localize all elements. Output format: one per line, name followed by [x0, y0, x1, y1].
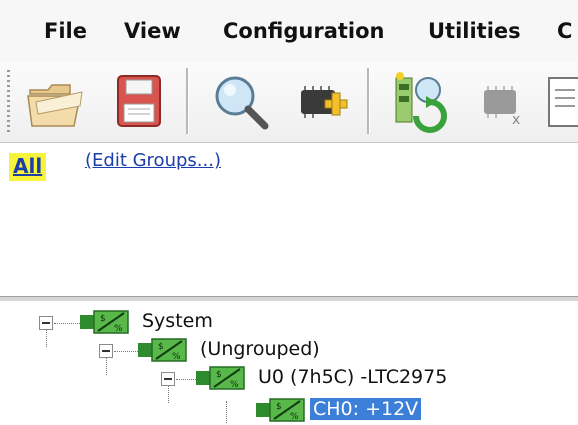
svg-text:$: $ — [100, 314, 106, 324]
toolbar-separator — [367, 68, 370, 134]
open-folder-icon[interactable] — [22, 66, 92, 136]
toolbar-separator — [186, 68, 189, 134]
power-supply-icon: $ % — [80, 310, 129, 334]
collapse-icon[interactable] — [161, 372, 175, 386]
all-group-link[interactable]: All — [9, 153, 47, 181]
menu-utilities[interactable]: Utilities — [428, 19, 521, 43]
menu-truncated[interactable]: C — [557, 19, 572, 43]
toolbar-grip[interactable] — [7, 70, 10, 132]
menu-file[interactable]: File — [44, 19, 87, 43]
toolbar: x — [0, 62, 578, 143]
tree-node-channel[interactable]: $ % CH0: +12V — [0, 397, 578, 425]
refresh-scan-icon[interactable] — [386, 66, 456, 136]
tree-node-label: (Ungrouped) — [200, 338, 320, 360]
collapse-icon[interactable] — [39, 316, 53, 330]
power-supply-icon: $ % — [256, 398, 305, 422]
svg-text:%: % — [114, 324, 123, 334]
tree-node-ungrouped[interactable]: $ % (Ungrouped) — [0, 337, 578, 365]
svg-text:$: $ — [276, 402, 282, 412]
svg-text:$: $ — [158, 342, 164, 352]
save-floppy-icon[interactable] — [104, 66, 174, 136]
device-tree: $ % System $ % (Ungrouped) $ % U0 (7h5C)… — [0, 301, 578, 423]
add-device-icon[interactable] — [287, 66, 357, 136]
svg-text:x: x — [512, 112, 520, 128]
edit-groups-link[interactable]: (Edit Groups...) — [85, 150, 221, 171]
power-supply-icon: $ % — [138, 338, 187, 362]
tree-node-label-selected: CH0: +12V — [310, 398, 422, 420]
tree-node-system[interactable]: $ % System — [0, 309, 578, 337]
tree-node-label: U0 (7h5C) -LTC2975 — [258, 366, 448, 388]
search-magnifier-icon[interactable] — [205, 66, 275, 136]
svg-text:$: $ — [216, 370, 222, 380]
svg-text:%: % — [230, 380, 239, 390]
svg-text:%: % — [172, 352, 181, 362]
menu-view[interactable]: View — [124, 19, 181, 43]
power-supply-icon: $ % — [196, 366, 245, 390]
collapse-icon[interactable] — [99, 344, 113, 358]
remove-device-icon[interactable]: x — [468, 66, 538, 136]
tree-node-device[interactable]: $ % U0 (7h5C) -LTC2975 — [0, 365, 578, 393]
tree-dots — [176, 379, 198, 381]
svg-text:%: % — [290, 412, 299, 422]
document-icon[interactable] — [545, 66, 578, 136]
tree-dots — [114, 351, 140, 353]
menu-configuration[interactable]: Configuration — [223, 19, 384, 43]
tree-dots — [54, 323, 80, 325]
tree-node-label: System — [142, 310, 213, 332]
menu-bar: File View Configuration Utilities C — [0, 0, 578, 62]
